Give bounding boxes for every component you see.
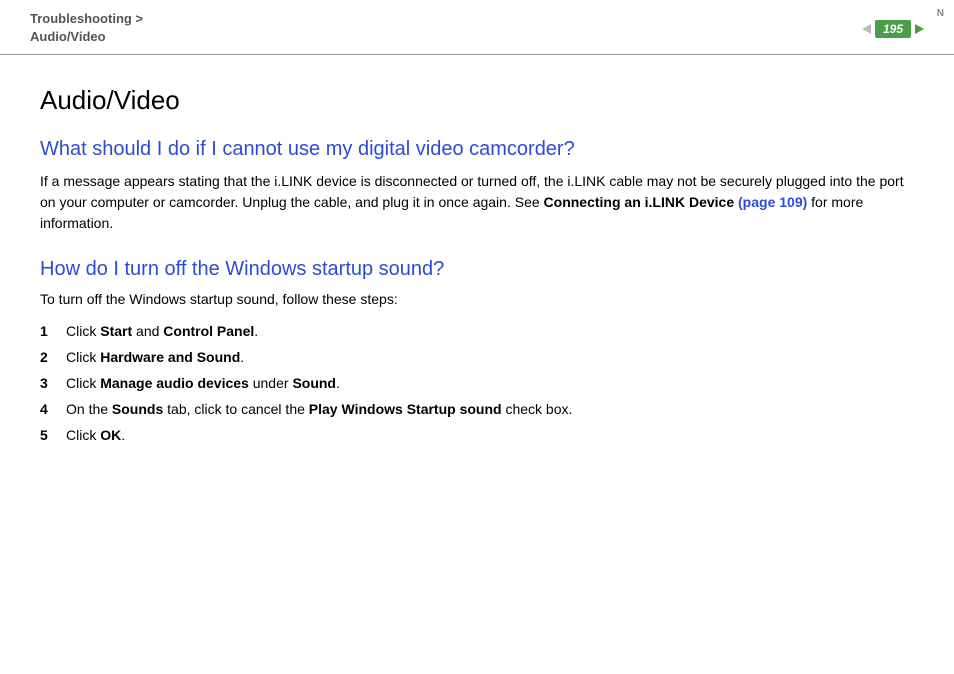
- page-number: 195: [875, 20, 911, 38]
- question-camcorder: What should I do if I cannot use my digi…: [40, 138, 914, 161]
- page-header: Troubleshooting > Audio/Video 195: [0, 0, 954, 55]
- body-camcorder: If a message appears stating that the i.…: [40, 171, 914, 234]
- breadcrumb: Troubleshooting > Audio/Video: [30, 10, 143, 46]
- prev-page-icon[interactable]: [862, 24, 871, 34]
- body-bold-device: Connecting an i.LINK Device: [544, 194, 738, 210]
- steps-list: Click Start and Control Panel. Click Har…: [40, 319, 914, 448]
- step-item: Click Hardware and Sound.: [40, 345, 914, 371]
- step-item: On the Sounds tab, click to cancel the P…: [40, 397, 914, 423]
- question-startup-sound: How do I turn off the Windows startup so…: [40, 258, 914, 281]
- next-page-icon[interactable]: [915, 24, 924, 34]
- breadcrumb-current: Audio/Video: [30, 28, 143, 46]
- page-navigation: 195: [862, 20, 924, 38]
- step-item: Click OK.: [40, 423, 914, 449]
- n-mark: N: [937, 8, 944, 19]
- step-item: Click Start and Control Panel.: [40, 319, 914, 345]
- steps-intro: To turn off the Windows startup sound, f…: [40, 291, 914, 307]
- page-link-109[interactable]: (page 109): [738, 194, 807, 210]
- page-title: Audio/Video: [40, 85, 914, 116]
- step-item: Click Manage audio devices under Sound.: [40, 371, 914, 397]
- page-content: Audio/Video What should I do if I cannot…: [0, 55, 954, 478]
- breadcrumb-parent: Troubleshooting >: [30, 10, 143, 28]
